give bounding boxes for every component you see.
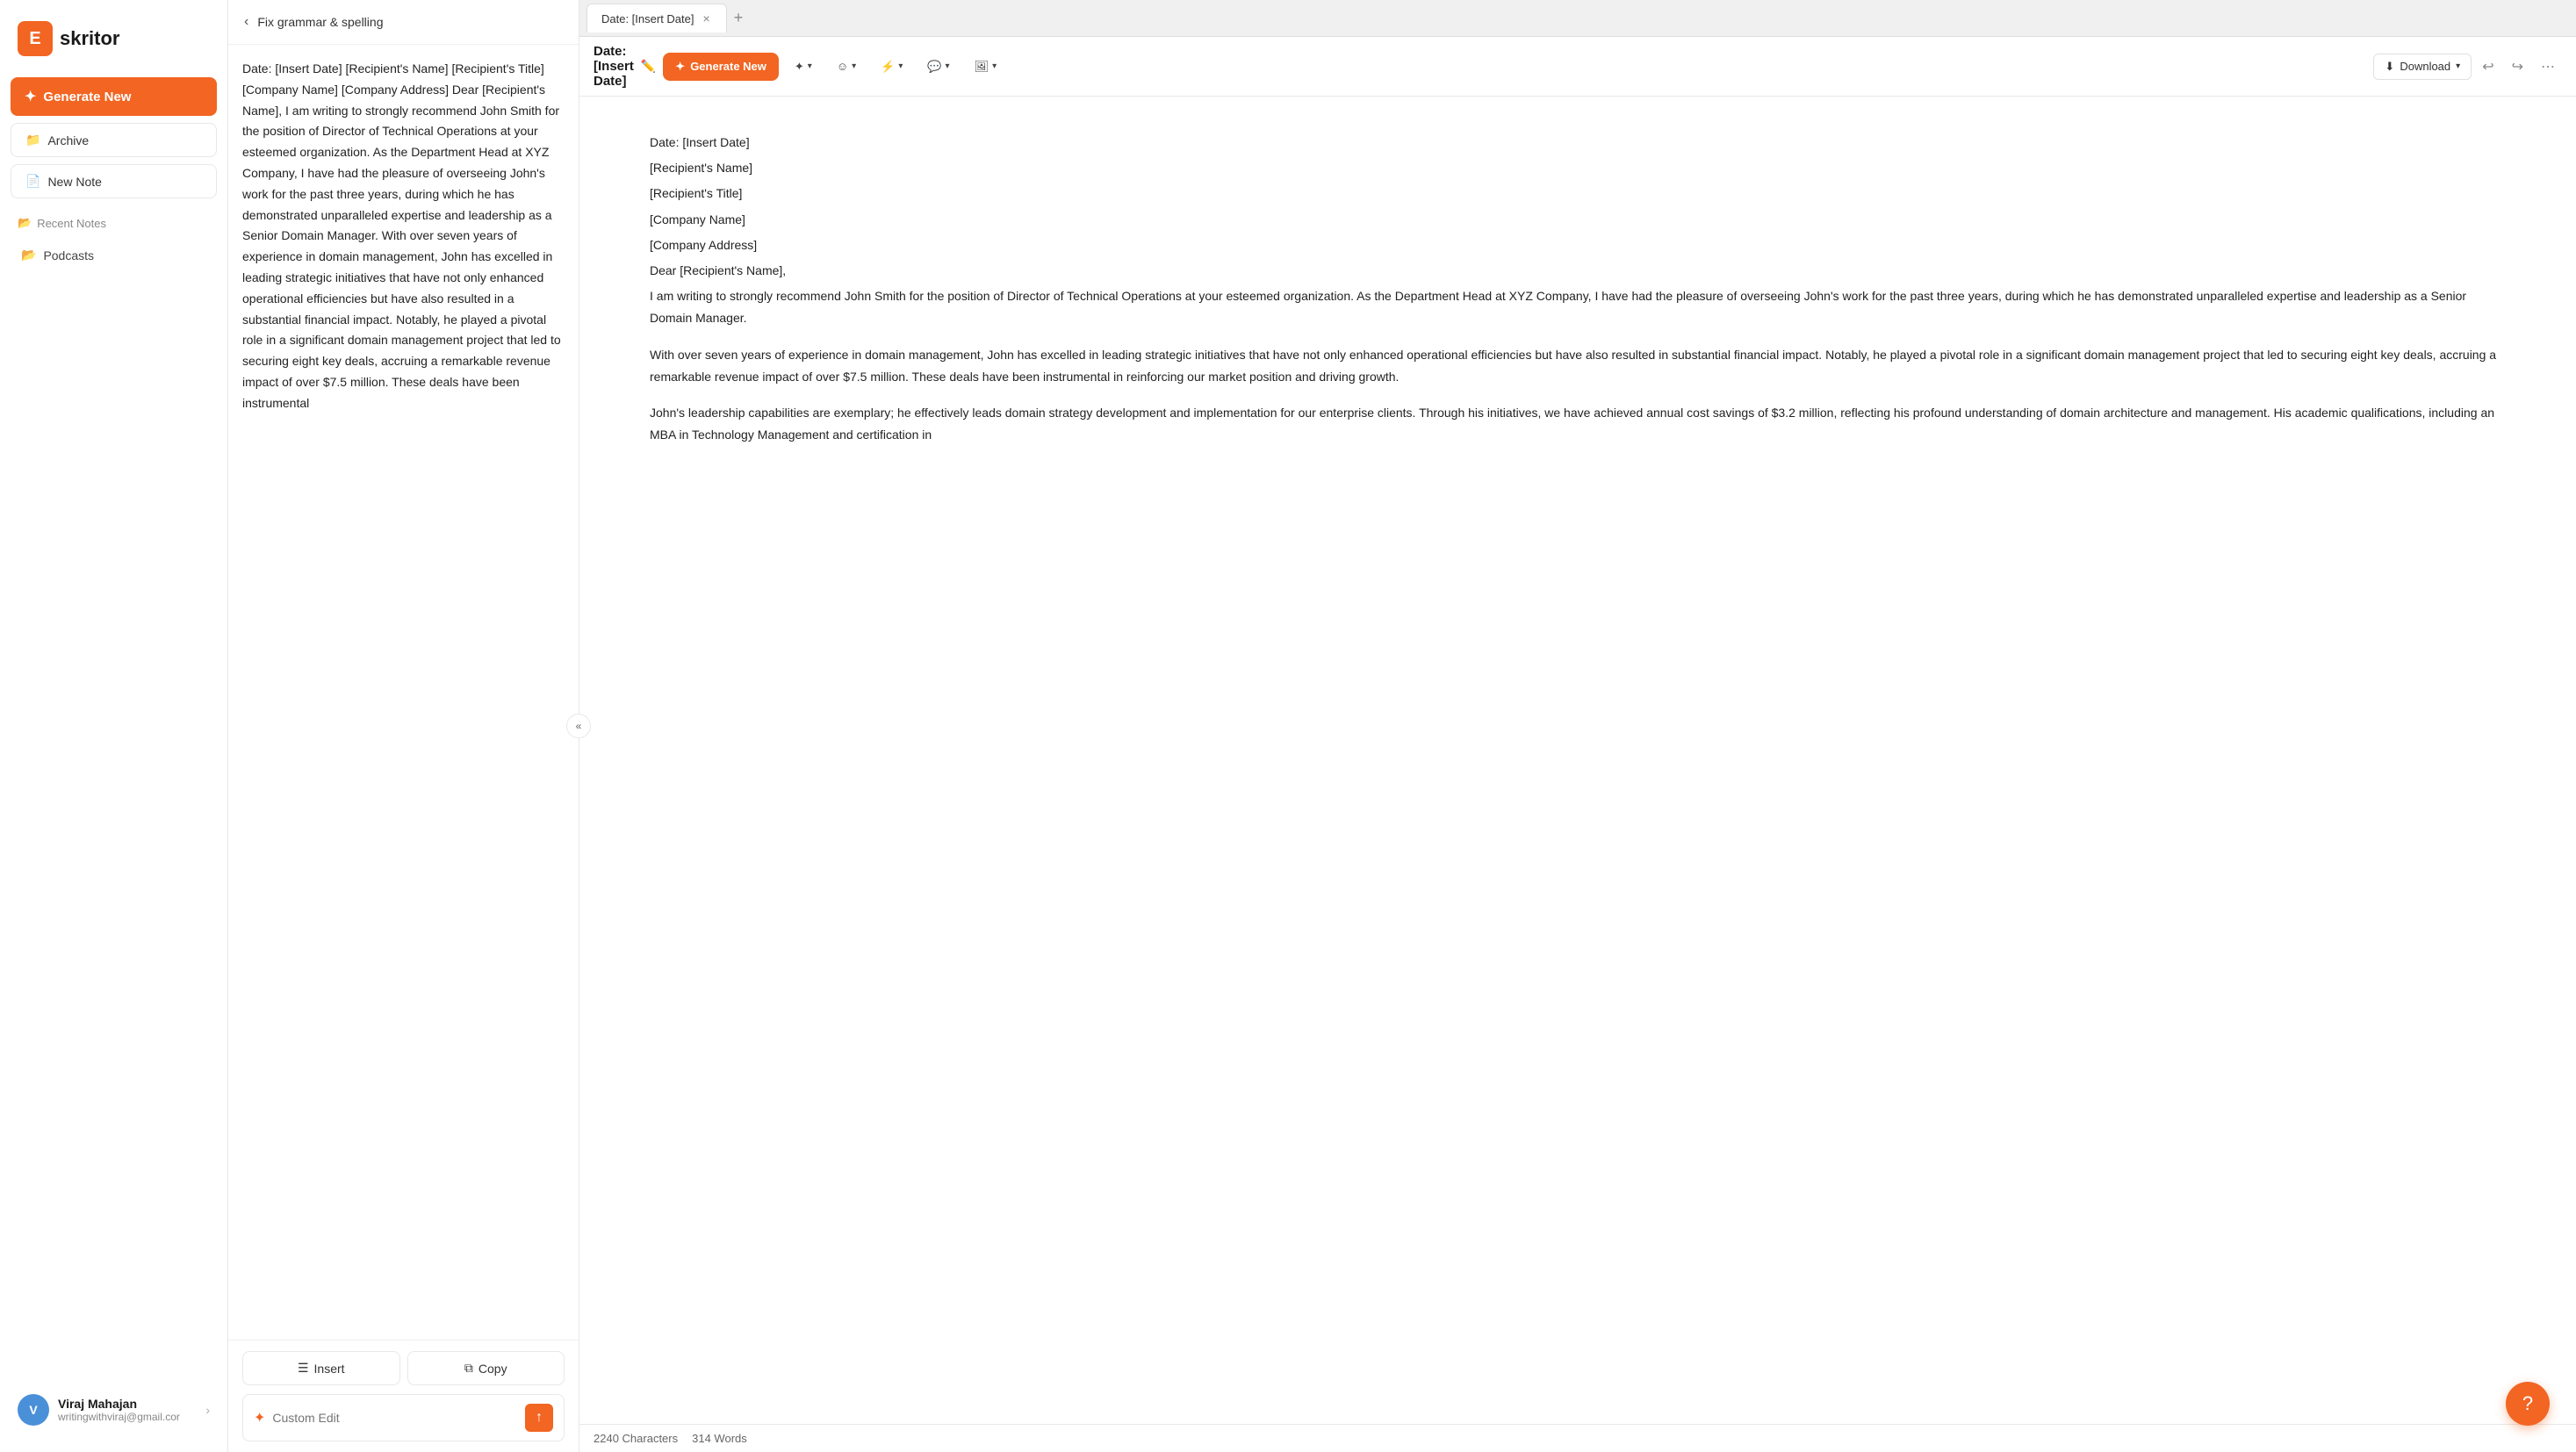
new-note-icon: 📄: [25, 174, 40, 189]
middle-header: ‹ Fix grammar & spelling: [228, 0, 579, 45]
middle-doc-text: Date: [Insert Date] [Recipient's Name] […: [242, 59, 565, 414]
editor-tab[interactable]: Date: [Insert Date] ×: [586, 4, 727, 32]
middle-panel-title: Fix grammar & spelling: [257, 15, 383, 29]
doc-line: [Company Name]: [650, 209, 2506, 231]
podcast-icon: 📂: [21, 248, 36, 262]
tabs-bar: Date: [Insert Date] × +: [579, 0, 2576, 37]
doc-paragraph: John's leadership capabilities are exemp…: [650, 402, 2506, 446]
folder-icon: 📂: [18, 216, 32, 230]
insert-button[interactable]: ☰ Insert: [242, 1351, 400, 1385]
user-name: Viraj Mahajan: [58, 1397, 197, 1411]
more-options-button[interactable]: ⋯: [2534, 54, 2562, 79]
doc-line: Dear [Recipient's Name],: [650, 260, 2506, 282]
main-editor: Date: [Insert Date] × + Date: [Insert Da…: [579, 0, 2576, 1452]
toolbar-magic-button[interactable]: ✦ ▾: [786, 54, 821, 79]
toolbar-image-button[interactable]: 🖼 ▾: [966, 54, 1006, 79]
chevron-down-icon-6: ▾: [2456, 61, 2460, 71]
back-button[interactable]: ‹: [242, 12, 250, 32]
doc-line: [Recipient's Title]: [650, 183, 2506, 205]
logo-area: E skritor: [11, 18, 217, 70]
send-icon: ↑: [536, 1410, 543, 1426]
archive-button[interactable]: 📁 Archive: [11, 123, 217, 157]
undo-button[interactable]: ↩: [2475, 54, 2500, 79]
toolbar-face-button[interactable]: ☺ ▾: [828, 54, 865, 78]
chevron-left-icon: «: [576, 720, 582, 732]
doc-line: [Recipient's Name]: [650, 157, 2506, 179]
star-icon: ✦: [25, 88, 36, 105]
magic-icon: ✦: [795, 60, 804, 74]
editor-toolbar: Date: [Insert Date] ✏️ ✦ Generate New ✦ …: [579, 37, 2576, 97]
avatar: V: [18, 1394, 49, 1426]
editor-doc-title: Date: [Insert Date]: [594, 44, 634, 89]
word-count: 314 Words: [692, 1432, 747, 1445]
doc-line: Date: [Insert Date]: [650, 132, 2506, 154]
middle-panel: ‹ Fix grammar & spelling Date: [Insert D…: [228, 0, 579, 1452]
support-icon: ?: [2522, 1392, 2533, 1415]
recent-notes-section: 📂 Recent Notes: [11, 205, 217, 234]
app-name: skritor: [60, 27, 119, 50]
image-icon: 🖼: [975, 60, 989, 74]
custom-edit-row: ✦ ↑: [242, 1394, 565, 1441]
wand-icon: ⚡: [881, 60, 895, 74]
collapse-panel-button[interactable]: «: [566, 714, 591, 738]
download-button[interactable]: ⬇ Download ▾: [2373, 54, 2472, 80]
character-count: 2240 Characters: [594, 1432, 678, 1445]
generate-new-button[interactable]: ✦ Generate New: [11, 77, 217, 116]
chevron-down-icon-2: ▾: [852, 61, 856, 71]
toolbar-right: ⬇ Download ▾ ↩ ↪ ⋯: [2373, 54, 2562, 80]
logo-icon: E: [18, 21, 53, 56]
editor-status-bar: 2240 Characters 314 Words: [579, 1424, 2576, 1452]
comment-icon: 💬: [927, 60, 941, 74]
tab-title: Date: [Insert Date]: [601, 12, 694, 25]
magic-wand-icon: ✦: [254, 1409, 265, 1427]
footer-buttons: ☰ Insert ⧉ Copy: [242, 1351, 565, 1385]
sidebar: E skritor ✦ Generate New 📁 Archive 📄 New…: [0, 0, 228, 1452]
copy-button[interactable]: ⧉ Copy: [407, 1351, 565, 1385]
user-email: writingwithviraj@gmail.cor: [58, 1411, 197, 1423]
chevron-right-icon: ›: [205, 1403, 210, 1417]
doc-paragraph: I am writing to strongly recommend John …: [650, 285, 2506, 329]
face-icon: ☺: [837, 60, 848, 73]
chevron-down-icon: ▾: [808, 61, 812, 71]
doc-paragraphs: I am writing to strongly recommend John …: [650, 285, 2506, 446]
insert-icon: ☰: [298, 1361, 309, 1376]
custom-edit-input[interactable]: [272, 1411, 518, 1425]
doc-lines: Date: [Insert Date] [Recipient's Name] [Re…: [650, 132, 2506, 282]
new-note-button[interactable]: 📄 New Note: [11, 164, 217, 198]
custom-edit-send-button[interactable]: ↑: [525, 1404, 553, 1432]
toolbar-comment-button[interactable]: 💬 ▾: [918, 54, 958, 79]
user-info: Viraj Mahajan writingwithviraj@gmail.cor: [58, 1397, 197, 1423]
support-fab-button[interactable]: ?: [2506, 1382, 2550, 1426]
chevron-down-icon-5: ▾: [992, 61, 997, 71]
chevron-down-icon-3: ▾: [898, 61, 903, 71]
chevron-down-icon-4: ▾: [946, 61, 950, 71]
user-profile[interactable]: V Viraj Mahajan writingwithviraj@gmail.c…: [11, 1385, 217, 1434]
toolbar-star-icon: ✦: [675, 60, 685, 74]
toolbar-generate-button[interactable]: ✦ Generate New: [663, 53, 779, 81]
middle-footer: ☰ Insert ⧉ Copy ✦ ↑: [228, 1340, 579, 1452]
doc-paragraph: With over seven years of experience in d…: [650, 344, 2506, 388]
copy-icon: ⧉: [464, 1361, 473, 1376]
edit-title-button[interactable]: ✏️: [641, 59, 656, 74]
tab-add-button[interactable]: +: [727, 5, 751, 31]
sidebar-item-podcasts[interactable]: 📂 Podcasts: [11, 241, 217, 270]
doc-line: [Company Address]: [650, 234, 2506, 256]
editor-title-row: Date: [Insert Date] ✏️: [594, 44, 656, 89]
middle-content: Date: [Insert Date] [Recipient's Name] […: [228, 45, 579, 1340]
redo-button[interactable]: ↪: [2505, 54, 2530, 79]
download-icon: ⬇: [2385, 60, 2394, 74]
tab-close-button[interactable]: ×: [702, 11, 712, 25]
editor-body[interactable]: Date: [Insert Date] [Recipient's Name] [Re…: [579, 97, 2576, 1424]
toolbar-wand-button[interactable]: ⚡ ▾: [872, 54, 911, 79]
archive-icon: 📁: [25, 133, 40, 147]
